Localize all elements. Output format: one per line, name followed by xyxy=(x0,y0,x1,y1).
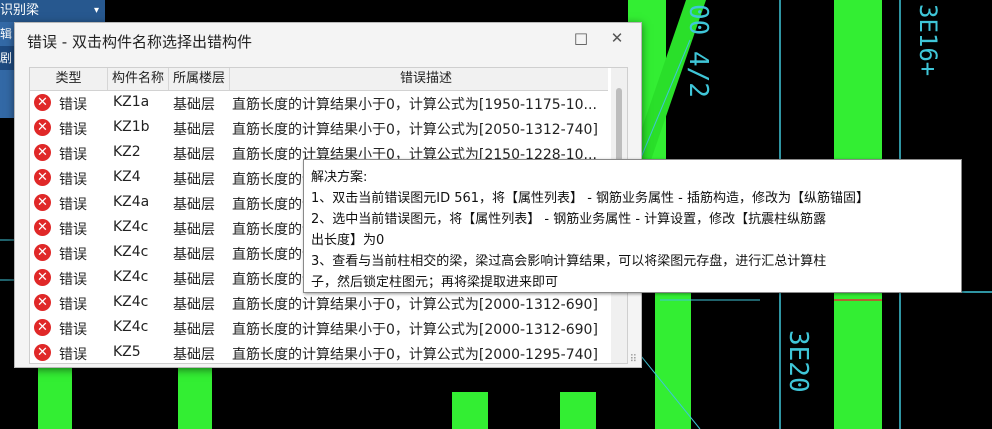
error-icon: ✕ xyxy=(34,194,51,211)
row-type: 错误 xyxy=(59,97,87,113)
row-type: 错误 xyxy=(59,172,87,188)
maximize-icon[interactable]: □ xyxy=(571,29,591,47)
row-desc: 直筋长度的计算结果小于0，计算公式为[2000-1312-690] xyxy=(232,322,598,338)
row-floor: 基础层 xyxy=(173,147,215,163)
dialog-title: 错误 - 双击构件名称选择出错构件 xyxy=(27,33,252,51)
table-row[interactable]: ✕ 错误 KZ4c 基础层 直筋长度的计算结果小于0，计算公式为[2000-1312-6… xyxy=(30,291,608,316)
chevron-down-icon[interactable]: ▾ xyxy=(94,0,99,22)
error-icon: ✕ xyxy=(34,344,51,361)
row-type: 错误 xyxy=(59,322,87,338)
error-icon: ✕ xyxy=(34,269,51,286)
error-icon: ✕ xyxy=(34,294,51,311)
sidebar-item[interactable]: 辑 xyxy=(0,22,14,46)
row-name[interactable]: KZ2 xyxy=(113,144,141,160)
row-floor: 基础层 xyxy=(173,197,215,213)
error-icon: ✕ xyxy=(34,319,51,336)
sidebar: 辑 剧 xyxy=(0,22,14,118)
error-icon: ✕ xyxy=(34,244,51,261)
row-name[interactable]: KZ4c xyxy=(113,294,148,310)
solution-tooltip: 解决方案: 1、双击当前错误图元ID 561，将【属性列表】 - 钢筋业务属性 … xyxy=(303,159,962,293)
column-header-name[interactable]: 构件名称 xyxy=(108,68,169,90)
row-name[interactable]: KZ5 xyxy=(113,344,141,360)
row-type: 错误 xyxy=(59,222,87,238)
row-floor: 基础层 xyxy=(173,222,215,238)
row-desc: 直筋长度的计算结果小于0，计算公式为[1950-1175-10... xyxy=(232,97,597,113)
row-name[interactable]: KZ4c xyxy=(113,219,148,235)
row-floor: 基础层 xyxy=(173,272,215,288)
identify-beam-button[interactable]: 识别梁 ▾ xyxy=(0,0,105,22)
tooltip-line: 1、双击当前错误图元ID 561，将【属性列表】 - 钢筋业务属性 - 插筋构造… xyxy=(311,191,869,206)
row-desc: 直筋长度的计算结果小于0，计算公式为[2000-1312-690] xyxy=(232,297,598,313)
row-type: 错误 xyxy=(59,197,87,213)
row-type: 错误 xyxy=(59,247,87,263)
row-type: 错误 xyxy=(59,347,87,363)
close-icon[interactable]: ✕ xyxy=(607,29,627,47)
row-floor: 基础层 xyxy=(173,97,215,113)
tooltip-line: 解决方案: xyxy=(311,170,368,185)
sidebar-item[interactable]: 剧 xyxy=(0,46,14,70)
green-strip xyxy=(452,392,488,429)
column-header-desc[interactable]: 错误描述 xyxy=(230,68,622,90)
tooltip-line: 子，然后锁定柱图元；再将梁提取进来即可 xyxy=(311,275,559,290)
row-floor: 基础层 xyxy=(173,122,215,138)
row-type: 错误 xyxy=(59,297,87,313)
row-name[interactable]: KZ1b xyxy=(113,119,150,135)
identify-beam-label: 识别梁 xyxy=(0,3,40,18)
row-floor: 基础层 xyxy=(173,172,215,188)
resize-grip-icon[interactable]: ⠿ xyxy=(630,354,637,365)
green-beam xyxy=(178,360,212,429)
row-name[interactable]: KZ4c xyxy=(113,244,148,260)
table-row[interactable]: ✕ 错误 KZ1a 基础层 直筋长度的计算结果小于0，计算公式为[1950-1175-1… xyxy=(30,91,608,116)
row-floor: 基础层 xyxy=(173,297,215,313)
row-type: 错误 xyxy=(59,122,87,138)
row-type: 错误 xyxy=(59,272,87,288)
row-name[interactable]: KZ4c xyxy=(113,269,148,285)
table-row[interactable]: ✕ 错误 KZ5 基础层 直筋长度的计算结果小于0，计算公式为[2000-1295-74… xyxy=(30,341,608,363)
row-floor: 基础层 xyxy=(173,247,215,263)
cad-label: 3E20 xyxy=(783,330,813,393)
row-name[interactable]: KZ4a xyxy=(113,194,149,210)
green-strip xyxy=(560,392,596,429)
row-floor: 基础层 xyxy=(173,347,215,363)
row-name[interactable]: KZ4c xyxy=(113,319,148,335)
table-header: 类型 构件名称 所属楼层 错误描述 xyxy=(30,68,608,91)
table-row[interactable]: ✕ 错误 KZ4c 基础层 直筋长度的计算结果小于0，计算公式为[2000-1312-6… xyxy=(30,316,608,341)
row-name[interactable]: KZ4 xyxy=(113,169,141,185)
column-header-floor[interactable]: 所属楼层 xyxy=(169,68,230,90)
error-icon: ✕ xyxy=(34,169,51,186)
row-desc: 直筋长度的计算结果小于0，计算公式为[2000-1295-740] xyxy=(232,347,598,363)
table-row[interactable]: ✕ 错误 KZ1b 基础层 直筋长度的计算结果小于0，计算公式为[2050-1312-7… xyxy=(30,116,608,141)
row-floor: 基础层 xyxy=(173,322,215,338)
cad-label: 00 4/2 xyxy=(683,4,713,98)
green-beam xyxy=(655,290,691,429)
row-name[interactable]: KZ1a xyxy=(113,94,149,110)
cad-label: 3E16+ xyxy=(914,4,942,76)
row-desc: 直筋长度的计算结果小于0，计算公式为[2050-1312-740] xyxy=(232,122,598,138)
tooltip-line: 3、查看与当前柱相交的梁，梁过高会影响计算结果，可以将梁图元存盘，进行汇总计算柱 xyxy=(311,254,827,269)
error-icon: ✕ xyxy=(34,119,51,136)
error-icon: ✕ xyxy=(34,94,51,111)
error-icon: ✕ xyxy=(34,144,51,161)
tooltip-line: 出长度】为0 xyxy=(311,233,385,248)
tooltip-line: 2、选中当前错误图元，将【属性列表】 - 钢筋业务属性 - 计算设置，修改【抗震… xyxy=(311,212,827,227)
green-beam xyxy=(38,360,72,429)
column-header-type[interactable]: 类型 xyxy=(30,68,108,90)
row-type: 错误 xyxy=(59,147,87,163)
error-icon: ✕ xyxy=(34,219,51,236)
